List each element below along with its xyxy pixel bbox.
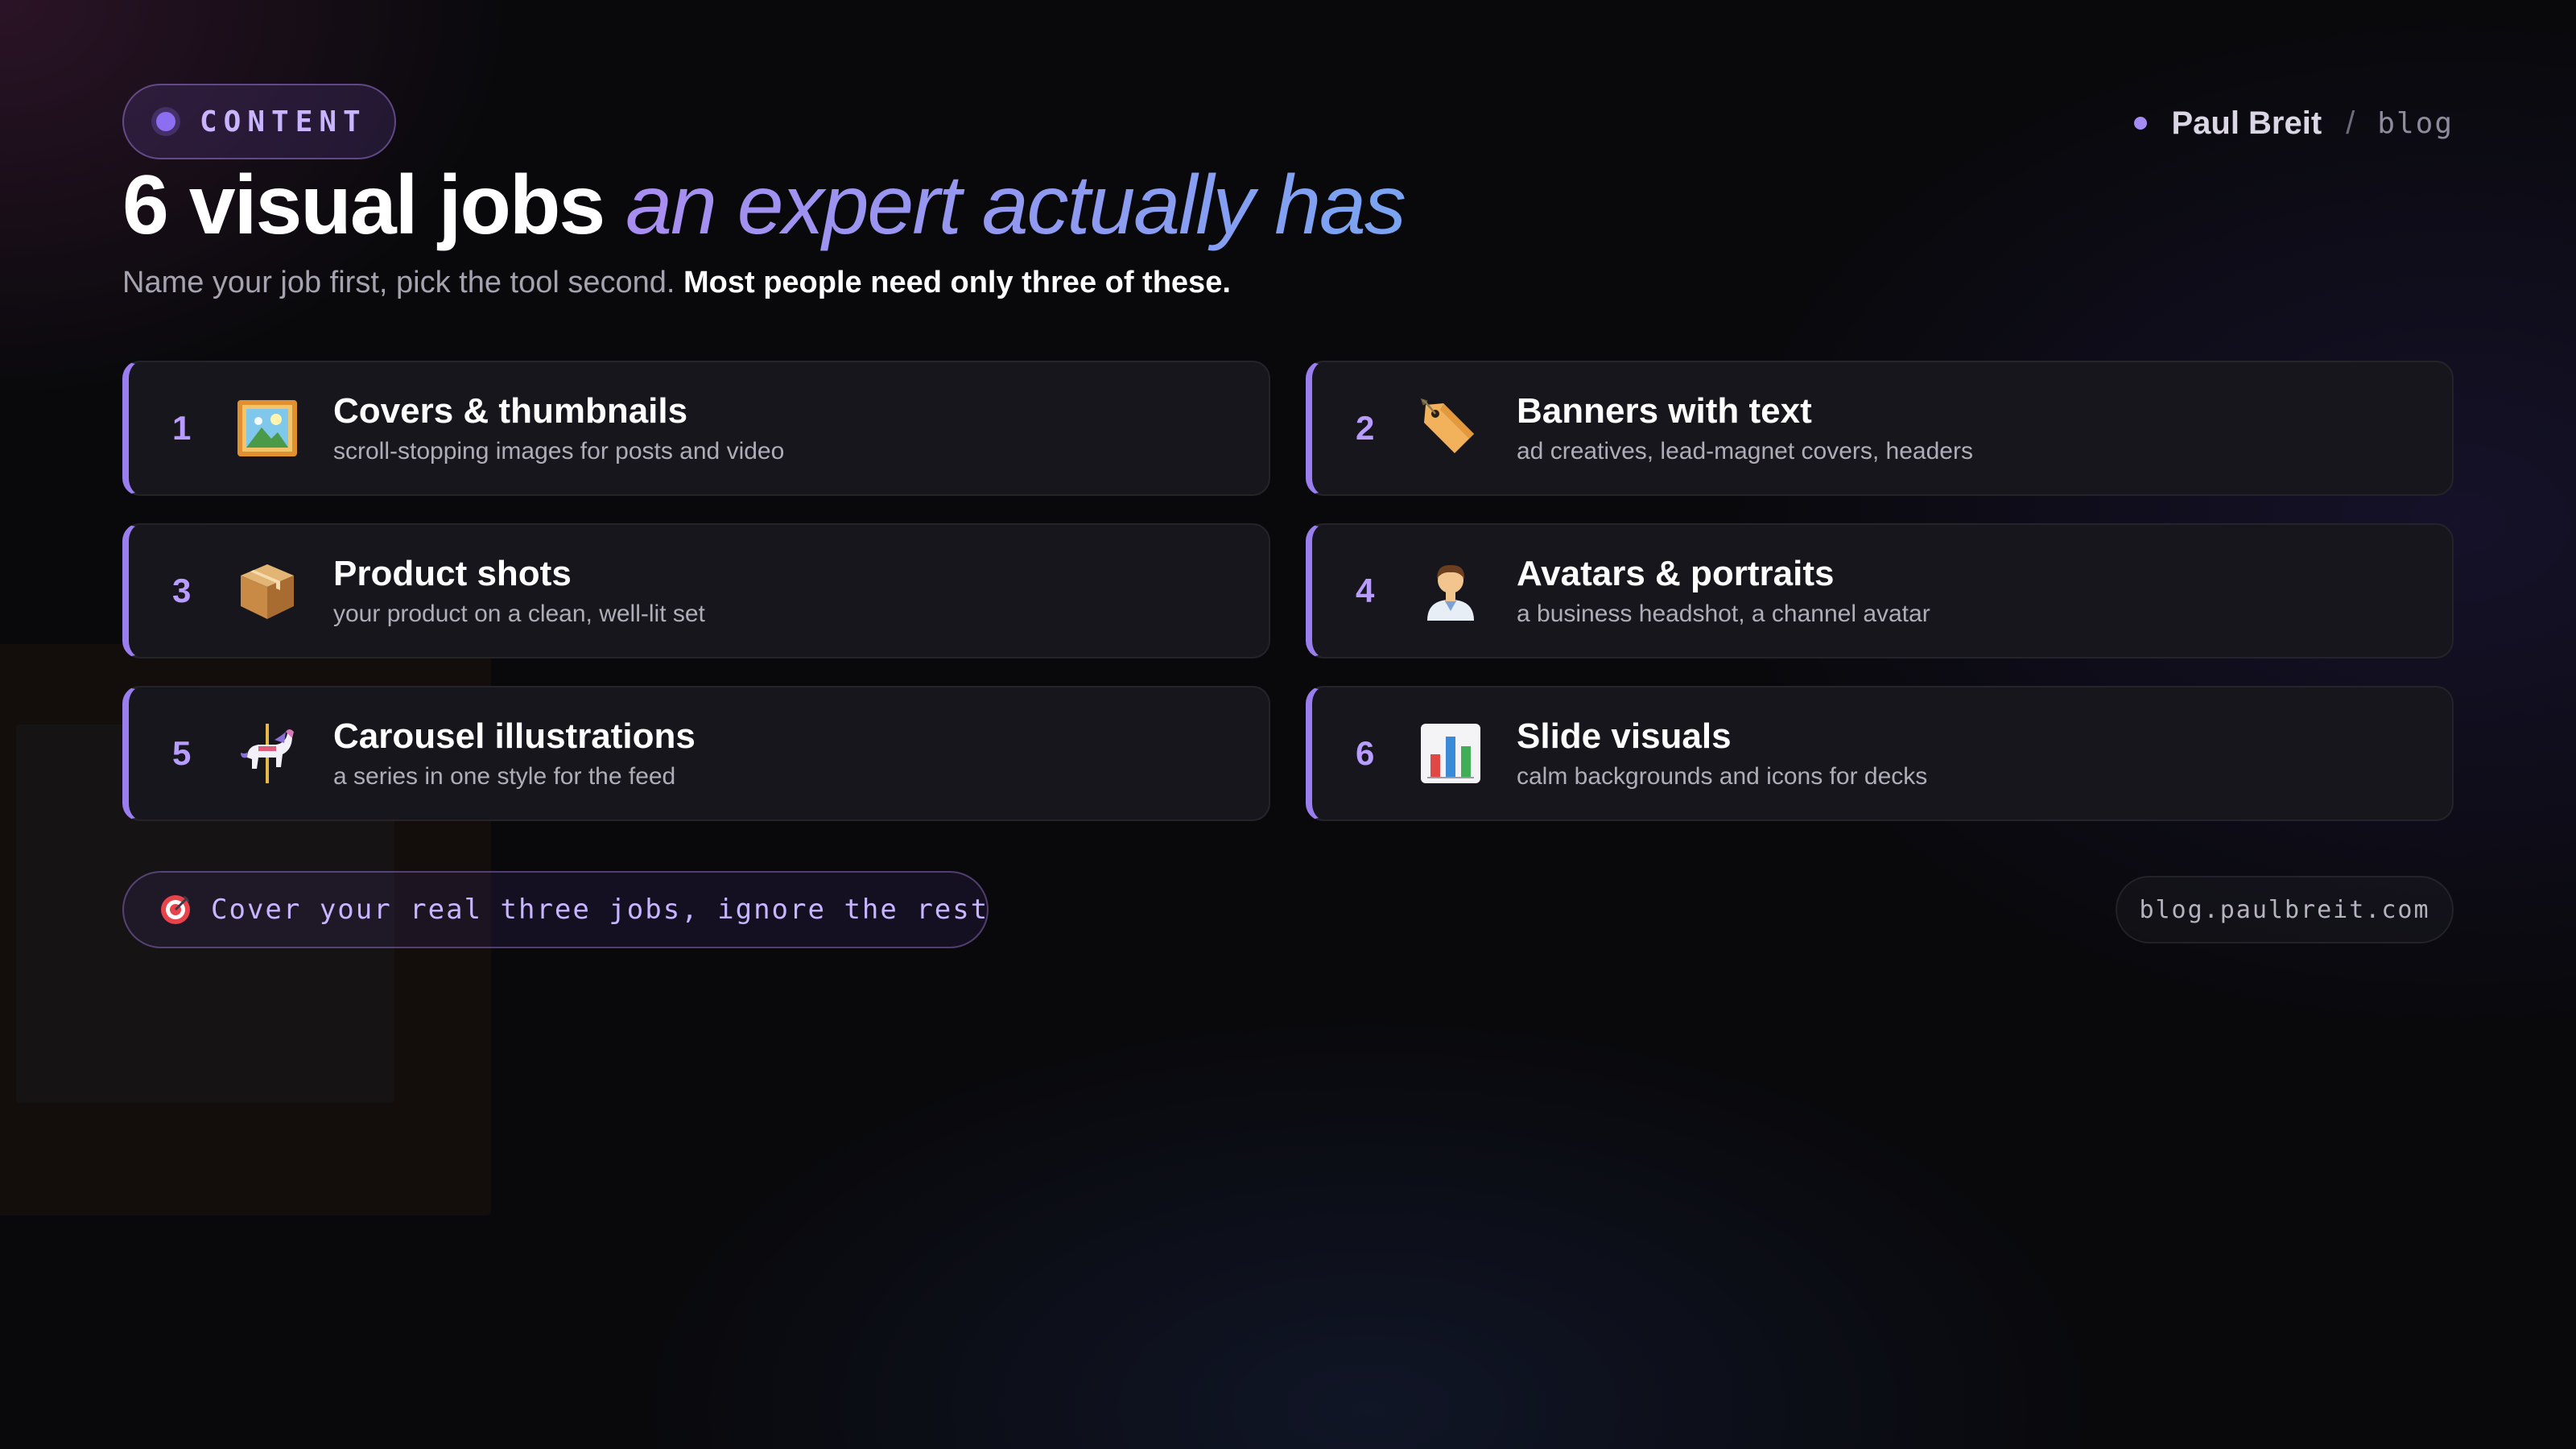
slide: CONTENT Paul Breit / blog 6 visual jobs …: [122, 84, 2454, 1449]
page-subtitle: Name your job first, pick the tool secon…: [122, 266, 1231, 300]
job-number: 1: [172, 409, 192, 447]
title-accent: an expert actually has: [625, 159, 1406, 252]
job-title: Slide visuals: [1517, 716, 1732, 756]
job-number: 3: [172, 572, 192, 609]
job-description: scroll-stopping images for posts and vid…: [333, 438, 785, 465]
job-number: 5: [172, 734, 192, 772]
job-number: 4: [1356, 572, 1375, 609]
job-card-covers: 1 Covers & thumbnails scroll-stopping im…: [122, 361, 1270, 496]
job-number: 6: [1356, 734, 1375, 772]
jobs-grid: 1 Covers & thumbnails scroll-stopping im…: [122, 361, 2454, 821]
subtitle-regular: Name your job first, pick the tool secon…: [122, 266, 675, 299]
brand-section: blog: [2377, 106, 2454, 140]
badge-dot-icon: [156, 112, 175, 131]
job-card-carousel: 5 Carousel illustrations a series in one…: [122, 686, 1270, 821]
brand-separator: /: [2346, 105, 2355, 141]
brand-header: Paul Breit / blog: [2134, 103, 2454, 143]
page-title: 6 visual jobs an expert actually has: [122, 158, 1406, 254]
job-description: a business headshot, a channel avatar: [1517, 601, 1930, 628]
job-card-banners: 2 Banners with text ad creatives, lead-m…: [1306, 361, 2454, 496]
callout-pill: Cover your real three jobs, ignore the r…: [122, 871, 989, 948]
person-avatar-icon: [1417, 557, 1484, 625]
job-description: a series in one style for the feed: [333, 763, 676, 791]
bar-chart-icon: [1417, 720, 1484, 787]
package-box-icon: [233, 557, 301, 625]
brand-dot-icon: [2134, 117, 2148, 130]
job-description: calm backgrounds and icons for decks: [1517, 763, 1928, 791]
framed-picture-icon: [233, 394, 301, 462]
title-main: 6 visual jobs: [122, 159, 605, 252]
carousel-horse-icon: [233, 720, 301, 787]
job-title: Covers & thumbnails: [333, 390, 688, 431]
brand-name: Paul Breit: [2171, 105, 2322, 141]
url-badge[interactable]: blog.paulbreit.com: [2116, 876, 2454, 943]
job-card-slides: 6 Slide visuals calm backgrounds and ico…: [1306, 686, 2454, 821]
blog-url-link[interactable]: blog.paulbreit.com: [2139, 896, 2429, 924]
target-icon: [159, 894, 192, 926]
callout-text: Cover your real three jobs, ignore the r…: [211, 894, 989, 926]
job-description: ad creatives, lead-magnet covers, header…: [1517, 438, 1973, 465]
job-title: Carousel illustrations: [333, 716, 696, 756]
price-tag-icon: [1417, 394, 1484, 462]
job-title: Product shots: [333, 553, 572, 593]
category-badge: CONTENT: [122, 84, 396, 159]
badge-label: CONTENT: [200, 105, 367, 138]
job-description: your product on a clean, well-lit set: [333, 601, 705, 628]
subtitle-bold: Most people need only three of these.: [683, 266, 1231, 299]
job-number: 2: [1356, 409, 1375, 447]
job-card-product-shots: 3 Product shots your product on a clean,…: [122, 523, 1270, 658]
job-title: Avatars & portraits: [1517, 553, 1835, 593]
job-title: Banners with text: [1517, 390, 1812, 431]
job-card-avatars: 4 Avatars & portraits a business headsho…: [1306, 523, 2454, 658]
